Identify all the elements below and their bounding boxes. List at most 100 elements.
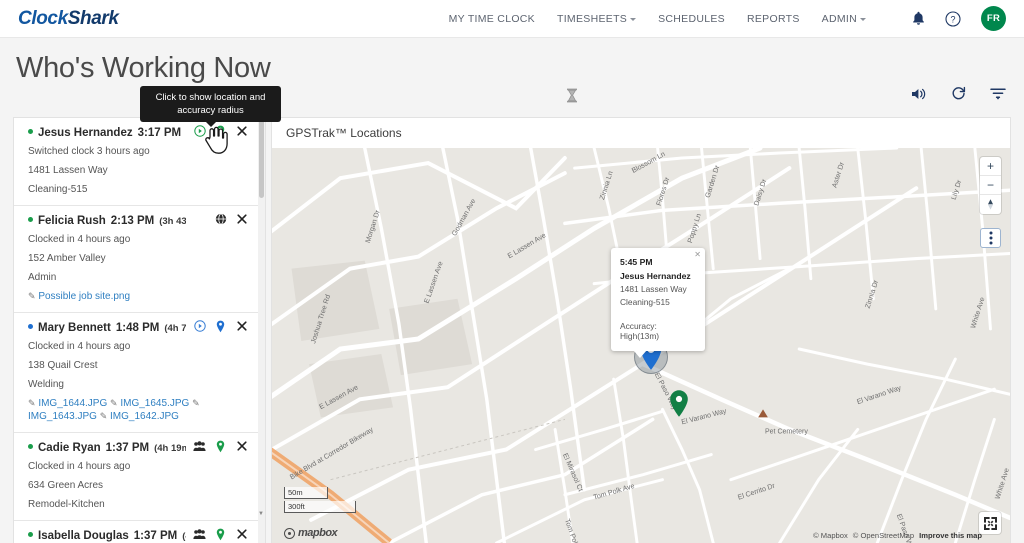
close-icon[interactable] (231, 122, 252, 140)
person-time: 1:37 PM (105, 442, 150, 454)
map-scale-bars: 50m 300ft (284, 487, 356, 515)
paperclip-icon: ✎ (99, 411, 108, 421)
person-address-line: 1481 Lassen Way (28, 165, 108, 176)
refresh-button[interactable] (951, 86, 966, 101)
popup-job: Cleaning-515 (620, 297, 670, 307)
nav-item-admin[interactable]: ADMIN (822, 13, 866, 25)
person-address-line: 634 Green Acres (28, 480, 104, 491)
close-icon[interactable] (231, 525, 252, 543)
globe-icon[interactable] (210, 210, 231, 228)
pin-icon[interactable] (210, 525, 231, 543)
hourglass-glyph (567, 88, 577, 103)
popup-tail (633, 350, 647, 358)
person-name: Mary Bennett (38, 322, 111, 334)
notifications-button[interactable] (912, 11, 925, 26)
attachment-link[interactable]: IMG_1643.JPG (28, 411, 97, 422)
list-item[interactable]: Cadie Ryan 1:37 PM (4h 19m) Clocked in 4… (14, 433, 258, 521)
mapbox-wordmark: mapbox (298, 527, 338, 539)
close-icon[interactable] (231, 317, 252, 335)
person-name: Jesus Hernandez (38, 127, 133, 139)
attribution-mapbox[interactable]: © Mapbox (813, 531, 848, 540)
map-zoom-controls: + − (980, 157, 1001, 214)
chevron-down-icon (630, 17, 637, 21)
scrollbar-thumb[interactable] (259, 120, 264, 198)
map-pin-green-secondary-icon[interactable] (668, 389, 690, 419)
person-duration: (3h 43m) (159, 216, 186, 227)
attachment-link[interactable]: Possible job site.png (38, 291, 130, 302)
row-action-group (189, 317, 252, 335)
map-header-title: GPSTrak™ Locations (272, 118, 1010, 148)
main-content: Jesus Hernandez 3:17 PM (2h 35...) Switc… (0, 117, 1024, 543)
person-job-line: Admin (28, 272, 57, 283)
map-canvas[interactable]: Joshua Tree Rd Morgan Dr Godman Ave E La… (272, 148, 1010, 543)
help-button[interactable]: ? (945, 10, 961, 27)
map-more-options-button[interactable] (980, 228, 1001, 248)
nav-item-timesheets[interactable]: TIMESHEETS (557, 12, 637, 25)
person-status-line: Clocked in 4 hours ago (28, 341, 131, 352)
more-vertical-icon (989, 231, 992, 245)
user-avatar[interactable]: FR (981, 6, 1006, 31)
mapbox-mark-icon (284, 527, 295, 539)
person-status-line: Clocked in 4 hours ago (28, 461, 131, 472)
paperclip-icon: ✎ (110, 398, 118, 408)
chevron-down-icon (860, 17, 866, 21)
row-action-group (210, 210, 252, 228)
zoom-in-button[interactable]: + (980, 157, 1001, 176)
clockshark-logo[interactable]: ClockShark (18, 8, 119, 30)
status-dot (28, 129, 33, 134)
mapbox-logo[interactable]: mapbox (284, 527, 338, 539)
whos-working-list-panel: Jesus Hernandez 3:17 PM (2h 35...) Switc… (13, 117, 266, 543)
nav-item-reports[interactable]: REPORTS (747, 13, 800, 25)
filter-button[interactable] (990, 87, 1006, 100)
attachment-link[interactable]: IMG_1644.JPG (38, 398, 107, 409)
person-job-line: Cleaning-515 (28, 184, 88, 195)
pin-icon[interactable] (210, 437, 231, 455)
attribution-osm[interactable]: © OpenStreetMap (853, 531, 914, 540)
crew-icon[interactable] (189, 437, 210, 455)
scroll-down-arrow[interactable]: ▼ (258, 511, 264, 517)
status-dot (28, 444, 33, 449)
person-name: Cadie Ryan (38, 442, 101, 454)
map-fullscreen-button[interactable] (979, 512, 1001, 534)
person-status-line: Clocked in 4 hours ago (28, 234, 131, 245)
person-time: 2:13 PM (110, 215, 155, 227)
nav-label: TIMESHEETS (557, 12, 628, 25)
list-item[interactable]: Felicia Rush 2:13 PM (3h 43m) Clocked in… (14, 206, 258, 313)
pin-icon[interactable] (210, 317, 231, 335)
person-duration: (4h 7m) (164, 323, 186, 334)
attachment-link[interactable]: IMG_1642.JPG (110, 411, 179, 422)
nav-item-schedules[interactable]: SCHEDULES (658, 13, 725, 25)
logo-text-clock: Clock (18, 7, 68, 29)
popup-close-icon[interactable]: ✕ (694, 250, 701, 259)
person-address-line: 152 Amber Valley (28, 253, 106, 264)
list-scrollbar[interactable]: ▲ ▼ (258, 118, 265, 543)
row-action-group (189, 525, 252, 543)
nav-icon-group: ? FR (912, 6, 1006, 31)
nav-label: SCHEDULES (658, 12, 725, 25)
list-item[interactable]: Jesus Hernandez 3:17 PM (2h 35...) Switc… (14, 118, 258, 206)
close-icon[interactable] (231, 210, 252, 228)
row-action-group (189, 122, 252, 140)
list-item[interactable]: Isabella Douglas 1:37 PM (4h 1...) (14, 521, 258, 543)
attachment-link[interactable]: IMG_1645.JPG (120, 398, 189, 409)
attribution-improve-link[interactable]: Improve this map (919, 531, 982, 540)
nav-item-my-time-clock[interactable]: MY TIME CLOCK (449, 13, 535, 25)
close-icon[interactable] (231, 437, 252, 455)
person-address-line: 138 Quail Crest (28, 360, 98, 371)
list-item[interactable]: Mary Bennett 1:48 PM (4h 7m) Clocked in … (14, 313, 258, 433)
scale-imperial: 300ft (284, 501, 356, 513)
play-circle-icon[interactable] (189, 317, 210, 335)
compass-button[interactable] (980, 195, 1001, 214)
sound-toggle-button[interactable] (911, 87, 927, 101)
nav-label: MY TIME CLOCK (448, 12, 535, 25)
zoom-out-button[interactable]: − (980, 176, 1001, 195)
popup-time: 5:45 PM (620, 257, 653, 267)
status-dot (28, 532, 33, 537)
crew-icon[interactable] (189, 525, 210, 543)
person-duration: (4h 19m) (154, 443, 186, 454)
map-panel: GPSTrak™ Locations Joshua Tree Rd Morgan… (271, 117, 1011, 543)
refresh-icon (952, 86, 966, 100)
paperclip-icon: ✎ (192, 398, 200, 408)
poi-label: Pet Cemetery (765, 427, 808, 435)
help-circle-icon: ? (945, 10, 961, 27)
